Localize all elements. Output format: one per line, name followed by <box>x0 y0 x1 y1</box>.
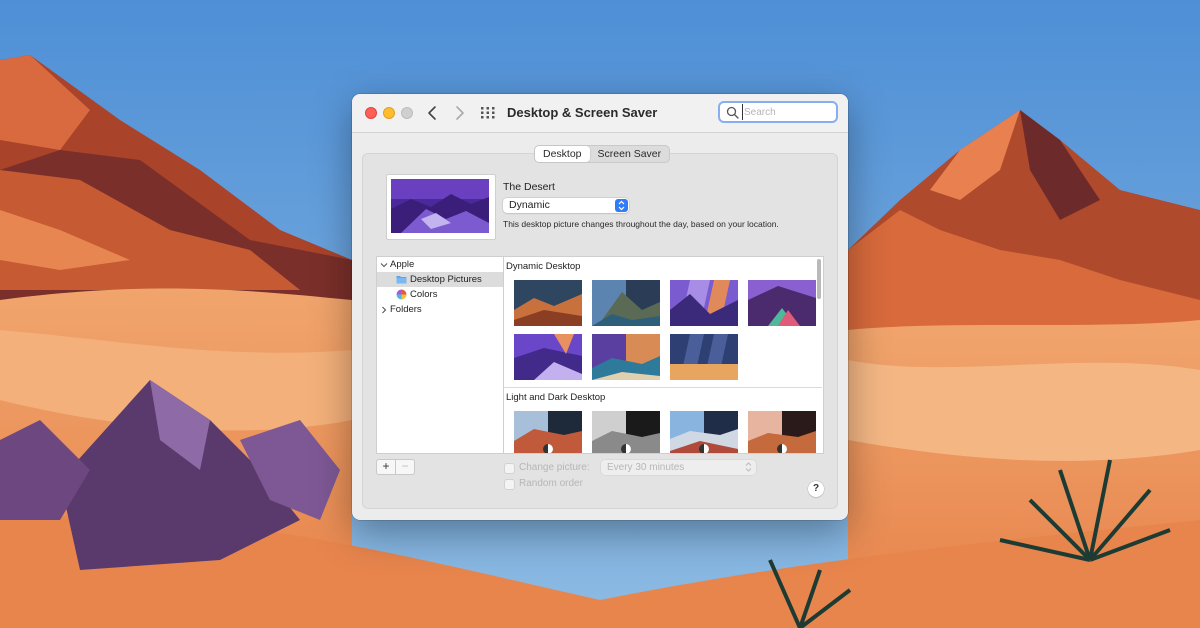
add-remove-control: + − <box>376 459 415 475</box>
random-order-checkbox[interactable] <box>504 479 515 490</box>
show-all-grid-icon[interactable] <box>480 106 496 120</box>
picture-grid: Dynamic Desktop Light and Dark Desktop <box>503 256 824 454</box>
disclosure-expanded-icon[interactable] <box>380 261 388 269</box>
minimize-window-button[interactable] <box>383 107 395 119</box>
change-interval-select[interactable]: Every 30 minutes <box>601 460 756 475</box>
sidebar-item-colors[interactable]: Colors <box>377 287 503 302</box>
current-picture-preview <box>386 174 496 240</box>
sidebar-item-folders[interactable]: Folders <box>377 302 503 317</box>
wallpaper-thumbnail[interactable] <box>592 411 660 453</box>
random-order-label: Random order <box>519 478 583 489</box>
wallpaper-thumbnail[interactable] <box>670 334 738 380</box>
updown-chevron-icon <box>615 199 628 212</box>
change-picture-label: Change picture: <box>519 462 590 473</box>
tab-bar: Desktop Screen Saver <box>534 145 671 163</box>
section-header-light-dark: Light and Dark Desktop <box>506 392 606 403</box>
add-folder-button[interactable]: + <box>377 460 395 474</box>
wallpaper-thumbnail[interactable] <box>514 334 582 380</box>
wallpaper-thumbnail[interactable] <box>514 280 582 326</box>
search-input[interactable] <box>742 104 834 120</box>
change-picture-checkbox[interactable] <box>504 463 515 474</box>
forward-chevron-icon[interactable] <box>450 104 468 122</box>
wallpaper-thumbnail[interactable] <box>748 280 816 326</box>
help-button[interactable]: ? <box>808 481 824 497</box>
close-window-button[interactable] <box>365 107 377 119</box>
appearance-mode-select[interactable]: Dynamic <box>503 198 629 213</box>
updown-chevron-icon <box>745 462 752 472</box>
title-bar: Desktop & Screen Saver <box>352 94 848 133</box>
wallpaper-thumbnail[interactable] <box>592 334 660 380</box>
search-field[interactable] <box>718 101 838 123</box>
change-interval-value: Every 30 minutes <box>607 462 685 473</box>
tab-desktop[interactable]: Desktop <box>535 146 590 162</box>
color-wheel-icon <box>396 289 407 300</box>
sidebar-item-apple[interactable]: Apple <box>377 257 503 272</box>
sidebar-item-label: Folders <box>390 304 422 315</box>
preferences-window: Desktop & Screen Saver Desktop Screen Sa… <box>352 94 848 520</box>
picture-name: The Desert <box>503 181 555 193</box>
picture-description: This desktop picture changes throughout … <box>503 219 779 229</box>
zoom-window-button[interactable] <box>401 107 413 119</box>
wallpaper-thumbnail[interactable] <box>748 411 816 453</box>
section-divider <box>504 387 822 388</box>
sidebar-item-desktop-pictures[interactable]: Desktop Pictures <box>377 272 503 287</box>
back-chevron-icon[interactable] <box>424 104 442 122</box>
window-title: Desktop & Screen Saver <box>507 105 658 120</box>
sidebar-item-label: Colors <box>410 289 438 300</box>
grid-scrollbar[interactable] <box>817 259 821 299</box>
remove-folder-button[interactable]: − <box>395 460 414 474</box>
source-list: Apple Desktop Pictures Colors Folders <box>376 256 504 454</box>
search-icon <box>726 106 739 119</box>
wallpaper-thumbnail[interactable] <box>592 280 660 326</box>
wallpaper-thumbnail[interactable] <box>670 280 738 326</box>
tab-screen-saver[interactable]: Screen Saver <box>590 146 670 162</box>
wallpaper-thumbnail[interactable] <box>670 411 738 453</box>
folder-icon <box>396 276 407 284</box>
wallpaper-thumbnail[interactable] <box>514 411 582 453</box>
section-header-dynamic: Dynamic Desktop <box>506 261 581 272</box>
appearance-mode-value: Dynamic <box>509 199 550 211</box>
sidebar-item-label: Apple <box>390 259 415 270</box>
sidebar-item-label: Desktop Pictures <box>410 274 482 285</box>
disclosure-collapsed-icon[interactable] <box>380 306 388 314</box>
